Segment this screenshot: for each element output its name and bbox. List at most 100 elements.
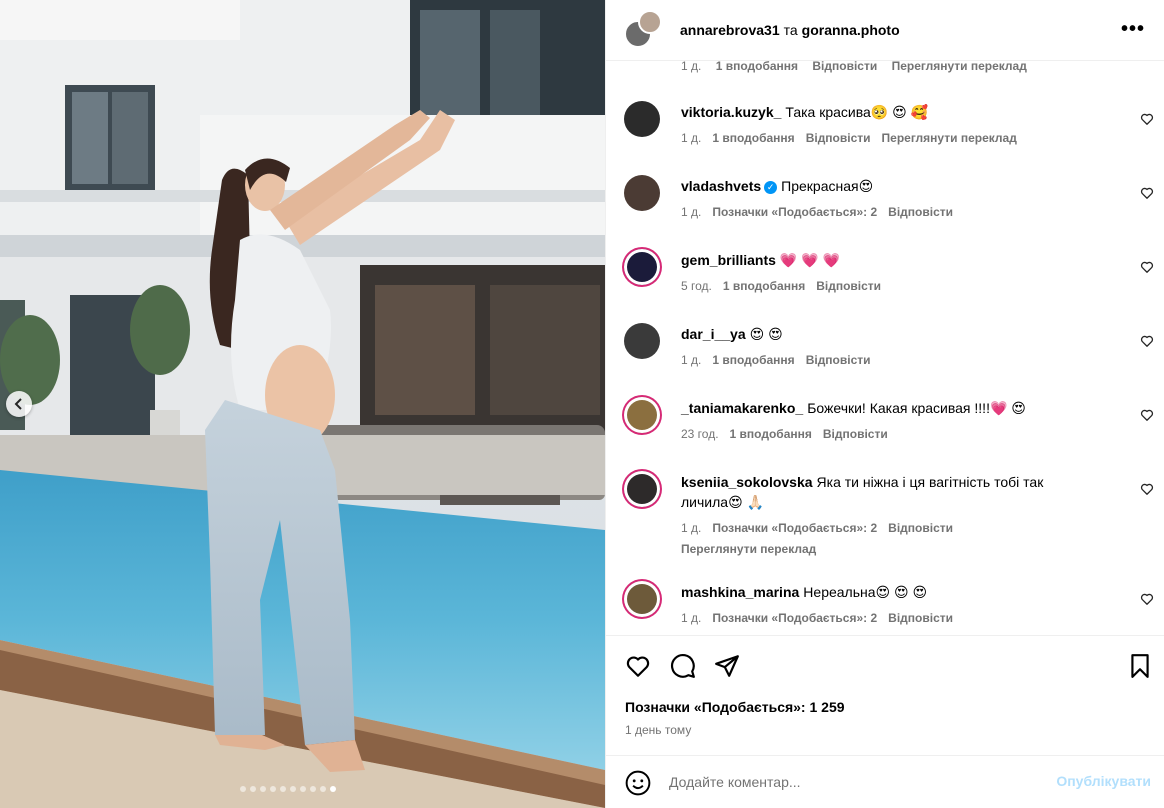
post-photo[interactable] (0, 0, 605, 808)
comment-username[interactable]: gem_brilliants (681, 252, 776, 268)
comment-likes[interactable]: 1 вподобання (730, 427, 812, 441)
author-separator: та (783, 22, 798, 38)
carousel-dot (270, 786, 276, 792)
comment-likes[interactable]: Позначки «Подобається»: 2 (712, 521, 877, 535)
carousel-dot (290, 786, 296, 792)
comment-likes[interactable]: Позначки «Подобається»: 2 (712, 611, 877, 625)
comment-like-heart-icon[interactable] (1140, 408, 1154, 422)
comment-text: viktoria.kuzyk_ Така красива🥺 😍 🥰 (681, 102, 1091, 122)
comment-emoji: 🥺 😍 🥰 (870, 104, 929, 120)
avatar[interactable] (624, 249, 660, 285)
reply-button[interactable]: Відповісти (888, 611, 953, 625)
reply-button[interactable]: Відповісти (888, 521, 953, 535)
comment-like-heart-icon[interactable] (1140, 592, 1154, 606)
comment-time[interactable]: 1 д. (681, 61, 701, 73)
comment-time[interactable]: 1 д. (681, 353, 701, 367)
comment-username[interactable]: viktoria.kuzyk_ (681, 104, 781, 120)
share-icon[interactable] (714, 653, 740, 679)
avatar[interactable] (624, 471, 660, 507)
comment-username[interactable]: kseniia_sokolovska (681, 474, 813, 490)
save-bookmark-icon[interactable] (1127, 653, 1153, 679)
comment-body: mashkina_marina Нереальна😍 😍 😍 1 д. Позначк… (681, 582, 1091, 626)
post-comment-button[interactable]: Опублікувати (1056, 773, 1151, 789)
comment-like-heart-icon[interactable] (1140, 482, 1154, 496)
comment-time[interactable]: 1 д. (681, 131, 701, 145)
comment-like-heart-icon[interactable] (1140, 186, 1154, 200)
comment-time[interactable]: 1 д. (681, 521, 701, 535)
comment-likes[interactable]: 1 вподобання (716, 61, 798, 73)
comment-emoji: 💗 💗 💗 (779, 252, 840, 268)
post-authors: annarebrova31 та goranna.photo (680, 22, 900, 38)
comment-emoji: 😍 🙏🏻 (728, 494, 764, 510)
comment-time[interactable]: 1 д. (681, 205, 701, 219)
comment-text: gem_brilliants 💗 💗 💗 (681, 250, 1091, 270)
carousel-dot (320, 786, 326, 792)
comment-emoji: 😍 (858, 178, 874, 194)
likes-count[interactable]: Позначки «Подобається»: 1 259 (625, 699, 845, 715)
comment-like-heart-icon[interactable] (1140, 260, 1154, 274)
comment-username[interactable]: _taniamakarenko_ (681, 400, 803, 416)
comment-meta: 1 д. Позначки «Подобається»: 2 Відповісти (681, 204, 1091, 220)
comment-emoji: 😍 😍 😍 (875, 584, 928, 600)
author-link[interactable]: goranna.photo (802, 22, 900, 38)
comment-likes[interactable]: Позначки «Подобається»: 2 (712, 205, 877, 219)
emoji-icon[interactable] (625, 770, 651, 796)
reply-button[interactable]: Відповісти (816, 279, 881, 293)
comment-input[interactable] (669, 770, 1029, 794)
comment-likes[interactable]: 1 вподобання (712, 353, 794, 367)
photo-image (0, 0, 605, 808)
post-timestamp[interactable]: 1 день тому (625, 723, 691, 737)
reply-button[interactable]: Відповісти (823, 427, 888, 441)
more-options-button[interactable]: ••• (1121, 19, 1145, 39)
avatar[interactable] (624, 101, 660, 137)
reply-button[interactable]: Відповісти (806, 353, 871, 367)
avatar[interactable] (624, 323, 660, 359)
comment-body: dar_i__ya 😍 😍 1 д. 1 вподобання Відповісти (681, 324, 1091, 368)
comment-emoji: 💗 😍 (989, 400, 1026, 416)
avatar[interactable] (624, 175, 660, 211)
comment-like-heart-icon[interactable] (1140, 112, 1154, 126)
like-heart-icon[interactable] (625, 653, 651, 679)
post-panel: annarebrova31 та goranna.photo ••• 1 д. 1 … (605, 0, 1164, 808)
carousel-dots (240, 786, 336, 792)
comment-time[interactable]: 23 год. (681, 427, 719, 441)
comment-meta: 1 д. 1 вподобання Відповісти Переглянути… (681, 61, 1038, 73)
comment-time[interactable]: 5 год. (681, 279, 712, 293)
comment-meta: 1 д. 1 вподобання Відповісти Переглянути пе… (681, 130, 1091, 146)
author-link[interactable]: annarebrova31 (680, 22, 780, 38)
carousel-dot (280, 786, 286, 792)
comments-list[interactable]: 1 д. 1 вподобання Відповісти Переглянути… (606, 61, 1164, 635)
comment-username[interactable]: dar_i__ya (681, 326, 746, 342)
comment-icon[interactable] (670, 653, 696, 679)
comment-text: _taniamakarenko_ Божечки! Какая красивая … (681, 398, 1091, 418)
comment-like-heart-icon[interactable] (1140, 334, 1154, 348)
avatar[interactable] (624, 397, 660, 433)
avatar[interactable] (638, 10, 662, 34)
carousel-prev-button[interactable] (6, 391, 32, 417)
comment-username[interactable]: mashkina_marina (681, 584, 799, 600)
comment-likes[interactable]: 1 вподобання (723, 279, 805, 293)
comment-body: kseniia_sokolovska Яка ти ніжна і ця вагі… (681, 472, 1091, 559)
reply-button[interactable]: Відповісти (812, 61, 877, 73)
comment-message: Нереальна (803, 584, 876, 600)
translate-button[interactable]: Переглянути переклад (681, 539, 1091, 559)
comment-message: Така красива (785, 104, 871, 120)
comment-likes[interactable]: 1 вподобання (712, 131, 794, 145)
comment-body: _taniamakarenko_ Божечки! Какая красивая … (681, 398, 1091, 442)
comment-text: mashkina_marina Нереальна😍 😍 😍 (681, 582, 1091, 602)
reply-button[interactable]: Відповісти (888, 205, 953, 219)
reply-button[interactable]: Відповісти (806, 131, 871, 145)
verified-badge-icon: ✓ (764, 180, 778, 194)
carousel-dot (310, 786, 316, 792)
comment-meta: 23 год. 1 вподобання Відповісти (681, 426, 1091, 442)
carousel-dot (330, 786, 336, 792)
comment-time[interactable]: 1 д. (681, 611, 701, 625)
translate-button[interactable]: Переглянути переклад (892, 61, 1027, 73)
comment-meta: 5 год. 1 вподобання Відповісти (681, 278, 1091, 294)
comment-text: vladashvets ✓ Прекрасная😍 (681, 176, 1091, 196)
add-comment-bar: Опублікувати (606, 755, 1164, 808)
avatar[interactable] (624, 581, 660, 617)
translate-button[interactable]: Переглянути переклад (882, 131, 1017, 145)
comment-username[interactable]: vladashvets (681, 178, 761, 194)
header-avatars[interactable] (624, 10, 666, 50)
